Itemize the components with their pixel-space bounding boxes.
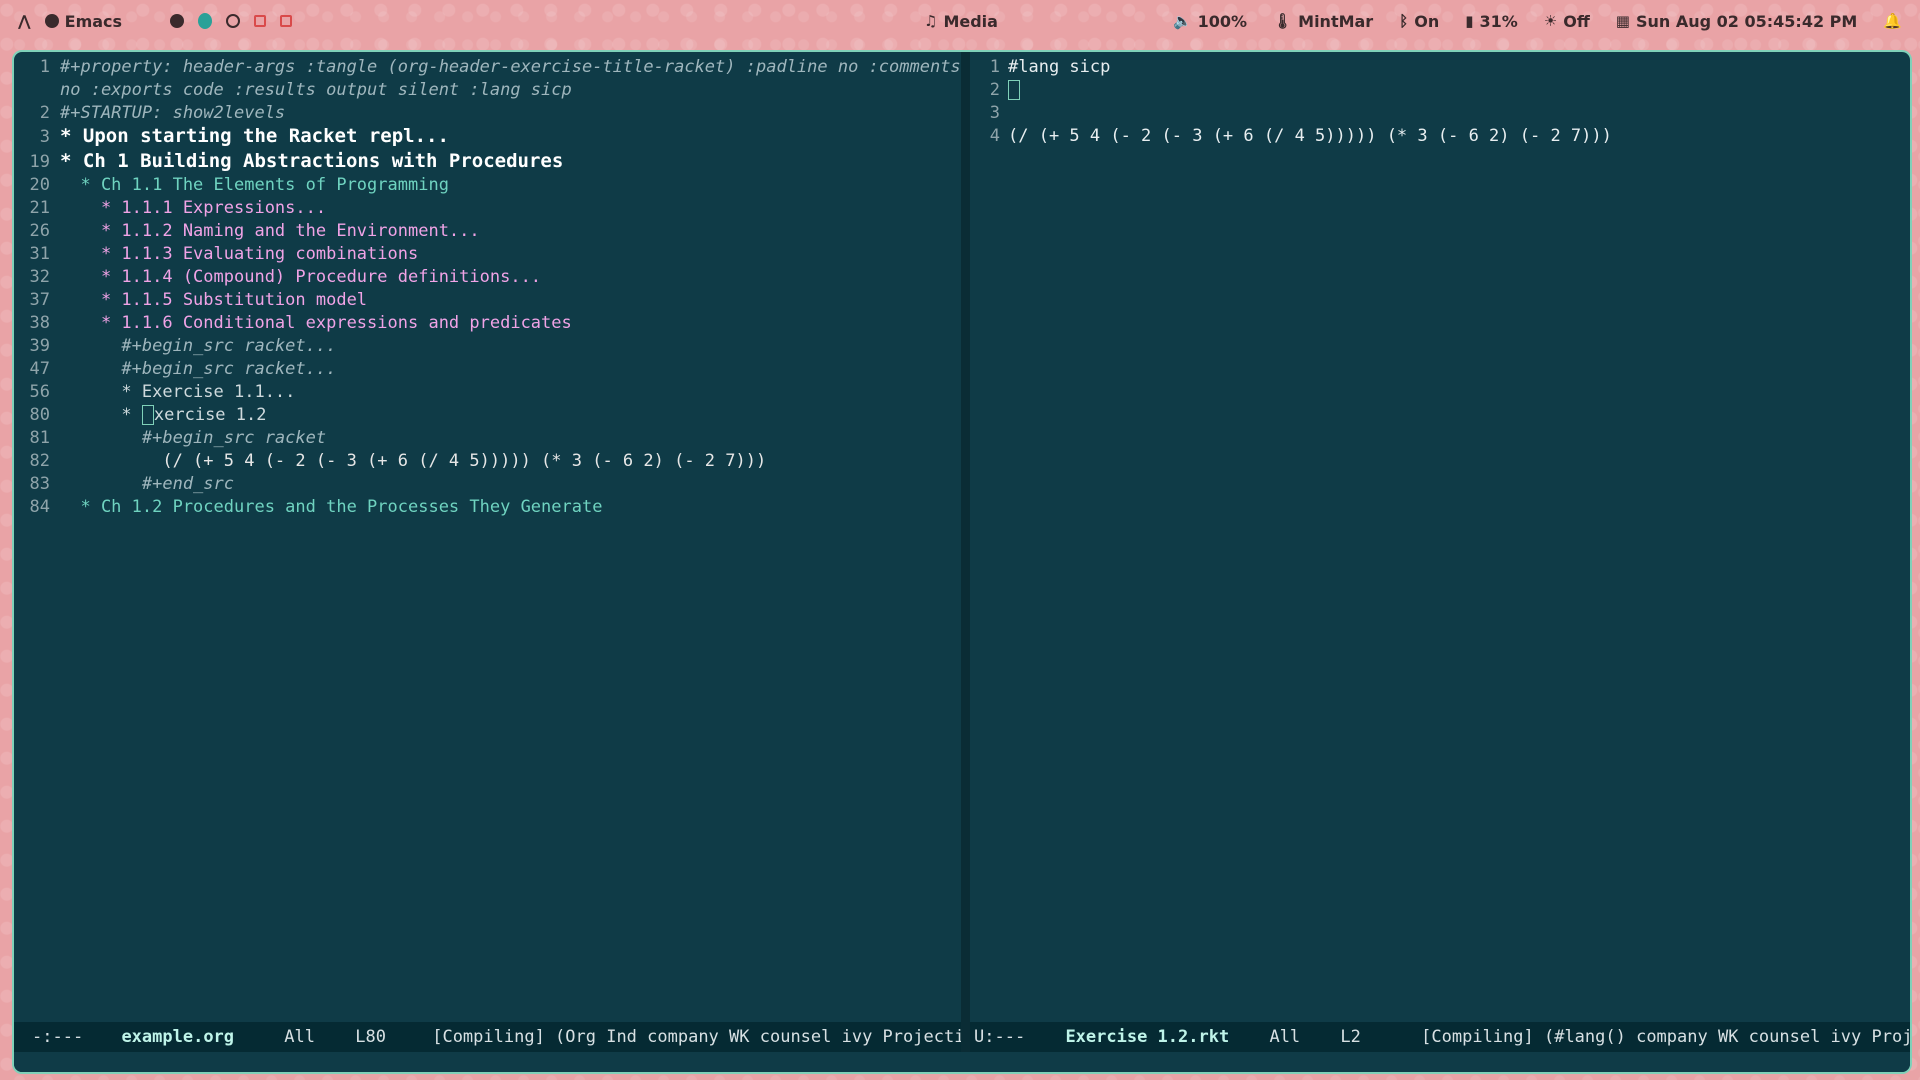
modeline-state: -:---	[32, 1027, 84, 1047]
speaker-icon: 🔈	[1172, 12, 1192, 30]
battery-value: 31%	[1479, 11, 1518, 31]
arch-icon[interactable]: ⋀	[18, 12, 31, 30]
buffer-line[interactable]: 31 * 1.1.3 Evaluating combinations	[14, 243, 419, 266]
buffer-line[interactable]: 32 * 1.1.4 (Compound) Procedure definiti…	[14, 266, 542, 289]
bluetooth-widget[interactable]: ᛒ On	[1399, 12, 1439, 31]
modeline-line: L80	[355, 1027, 386, 1047]
modeline-filename[interactable]: Exercise 1.2.rkt	[1065, 1022, 1229, 1052]
buffer-line[interactable]: no :exports code :results output silent …	[14, 79, 572, 102]
workspace-5-icon[interactable]	[280, 15, 293, 27]
weather-widget[interactable]: 🌡 MintMar	[1273, 12, 1373, 31]
brightness-value: Off	[1563, 11, 1590, 31]
battery-icon: ▮	[1465, 12, 1474, 30]
workspace-3-icon[interactable]	[226, 14, 241, 28]
app-label: Emacs	[64, 11, 123, 31]
media-widget[interactable]: ♫ Media	[924, 0, 998, 42]
window-divider[interactable]	[961, 52, 970, 1052]
buffer-line[interactable]: 82 (/ (+ 5 4 (- 2 (- 3 (+ 6 (/ 4 5))))) …	[14, 450, 767, 473]
buffer-line[interactable]: 1 #+property: header-args :tangle (org-he…	[14, 56, 961, 79]
modeline-modes[interactable]: [Compiling] (#lang() company WK counsel …	[1421, 1022, 1910, 1052]
modeline-modes[interactable]: [Compiling] (Org Ind company WK counsel …	[432, 1022, 961, 1052]
bulb-icon: ☀	[1543, 12, 1558, 30]
workspace-2-icon[interactable]	[198, 13, 213, 29]
left-buffer[interactable]: 1 #+property: header-args :tangle (org-he…	[14, 52, 961, 1022]
battery-widget[interactable]: ▮ 31%	[1465, 12, 1518, 31]
buffer-line[interactable]: 1 #lang sicp	[970, 56, 1111, 79]
volume-widget[interactable]: 🔈 100%	[1173, 12, 1247, 31]
left-modeline[interactable]: -:--- example.org All L80 [Compiling] (O…	[14, 1022, 961, 1052]
modeline-line: L2	[1340, 1027, 1361, 1047]
buffer-line[interactable]: 2 #+STARTUP: show2levels	[14, 102, 285, 125]
modeline-state: U:---	[974, 1027, 1026, 1047]
buffer-line[interactable]: 81 #+begin_src racket	[14, 427, 327, 450]
bluetooth-value: On	[1414, 11, 1440, 31]
bell-icon[interactable]: 🔔	[1883, 12, 1902, 30]
workspace-4-icon[interactable]	[254, 15, 267, 27]
active-app[interactable]: Emacs	[44, 11, 123, 31]
buffer-line[interactable]: 4 (/ (+ 5 4 (- 2 (- 3 (+ 6 (/ 4 5))))) (*…	[970, 125, 1612, 148]
buffer-line[interactable]: 56 * Exercise 1.1...	[14, 381, 296, 404]
bluetooth-icon: ᛒ	[1399, 12, 1409, 30]
buffer-line-current[interactable]: 80 * xercise 1.2	[14, 404, 266, 427]
status-area: 🔈 100% 🌡 MintMar ᛒ On ▮ 31% ☀ Off ▦ Sun …	[1173, 0, 1902, 42]
volume-value: 100%	[1197, 11, 1248, 31]
music-note-icon: ♫	[924, 12, 938, 30]
buffer-line[interactable]: 47 #+begin_src racket...	[14, 358, 337, 381]
buffer-line[interactable]: 20 * Ch 1.1 The Elements of Programming	[14, 174, 449, 197]
buffer-line[interactable]: 26 * 1.1.2 Naming and the Environment...	[14, 220, 480, 243]
buffer-line[interactable]: 39 #+begin_src racket...	[14, 335, 337, 358]
text-cursor	[141, 405, 154, 425]
buffer-line[interactable]: 84 * Ch 1.2 Procedures and the Processes…	[14, 496, 603, 519]
top-bar: ⋀ Emacs ♫ Media 🔈 100% 🌡 MintMar ᛒ On ▮	[0, 0, 1920, 42]
clock-widget[interactable]: ▦ Sun Aug 02 05:45:42 PM	[1616, 12, 1858, 31]
buffer-line-current[interactable]: 2	[970, 79, 1020, 102]
workspace-1-icon[interactable]	[170, 14, 185, 28]
modeline-filename[interactable]: example.org	[121, 1022, 234, 1052]
buffer-line[interactable]: 3 * Upon starting the Racket repl...	[14, 125, 449, 148]
buffer-line[interactable]: 83 #+end_src	[14, 473, 234, 496]
modeline-position: All	[284, 1027, 315, 1047]
right-buffer[interactable]: 1 #lang sicp 2 3 4 (/ (+ 5 4 (- 2 (- 3 (+ …	[970, 52, 1910, 1022]
buffer-line[interactable]: 3	[970, 102, 1008, 125]
workspace-bar: ⋀ Emacs	[18, 0, 293, 42]
thermometer-icon: 🌡	[1273, 12, 1293, 30]
buffer-line[interactable]: 37 * 1.1.5 Substitution model	[14, 289, 368, 312]
emacs-frame: 1 #+property: header-args :tangle (org-he…	[12, 50, 1912, 1074]
modeline-position: All	[1269, 1027, 1301, 1047]
calendar-icon: ▦	[1615, 12, 1630, 30]
right-modeline[interactable]: U:--- Exercise 1.2.rkt All L2 [Compiling…	[970, 1022, 1910, 1052]
emacs-icon	[44, 14, 59, 28]
buffer-line[interactable]: 21 * 1.1.1 Expressions...	[14, 197, 327, 220]
media-label: Media	[943, 11, 998, 31]
weather-value: MintMar	[1298, 11, 1374, 31]
minibuffer[interactable]	[14, 1052, 1910, 1072]
brightness-widget[interactable]: ☀ Off	[1544, 12, 1590, 31]
buffer-line[interactable]: 38 * 1.1.6 Conditional expressions and p…	[14, 312, 572, 335]
buffer-line[interactable]: 19 * Ch 1 Building Abstractions with Proc…	[14, 150, 564, 173]
datetime-value: Sun Aug 02 05:45:42 PM	[1635, 11, 1858, 31]
text-cursor	[1008, 80, 1020, 100]
